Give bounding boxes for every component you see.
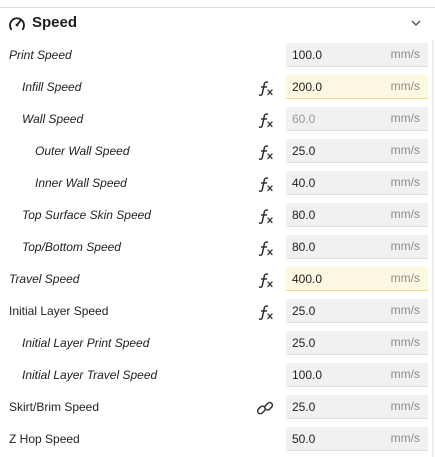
outer-wall-speed-unit: mm/s: [390, 143, 420, 157]
settings-list: Print Speedmm/sInfill Speedmm/sWall Spee…: [0, 39, 435, 455]
top-surface-skin-speed-label: Top Surface Skin Speed: [22, 208, 151, 222]
top-surface-skin-speed-unit: mm/s: [390, 207, 420, 221]
function-icon[interactable]: [256, 239, 274, 257]
setting-row-initial-layer-speed: Initial Layer Speed mm/s: [0, 295, 435, 327]
wall-speed-field[interactable]: mm/s: [286, 107, 428, 131]
print-speed-label: Print Speed: [9, 48, 72, 62]
setting-row-skirt-brim-speed: Skirt/Brim Speed mm/s: [0, 391, 435, 423]
inner-wall-speed-field[interactable]: mm/s: [286, 171, 428, 195]
function-icon[interactable]: [256, 207, 274, 225]
setting-row-outer-wall-speed: Outer Wall Speed mm/s: [0, 135, 435, 167]
initial-layer-print-speed-input[interactable]: [286, 331, 392, 354]
initial-layer-print-speed-unit: mm/s: [390, 335, 420, 349]
initial-layer-travel-speed-unit: mm/s: [390, 367, 420, 381]
initial-layer-speed-input[interactable]: [286, 299, 392, 322]
print-speed-input[interactable]: [286, 43, 392, 66]
top-bottom-speed-label: Top/Bottom Speed: [22, 240, 121, 254]
speed-section-header[interactable]: Speed: [0, 8, 435, 40]
chevron-down-icon[interactable]: [410, 18, 422, 28]
setting-row-top-surface-skin-speed: Top Surface Skin Speed mm/s: [0, 199, 435, 231]
top-bottom-speed-field[interactable]: mm/s: [286, 235, 428, 259]
setting-row-z-hop-speed: Z Hop Speed mm/s: [0, 423, 435, 455]
section-title: Speed: [32, 14, 78, 31]
skirt-brim-speed-label: Skirt/Brim Speed: [9, 400, 100, 414]
inner-wall-speed-label: Inner Wall Speed: [35, 176, 127, 190]
function-icon[interactable]: [256, 111, 274, 129]
infill-speed-field[interactable]: mm/s: [286, 75, 428, 99]
top-surface-skin-speed-field[interactable]: mm/s: [286, 203, 428, 227]
top-bottom-speed-unit: mm/s: [390, 239, 420, 253]
outer-wall-speed-input[interactable]: [286, 139, 392, 162]
initial-layer-print-speed-field[interactable]: mm/s: [286, 331, 428, 355]
initial-layer-travel-speed-label: Initial Layer Travel Speed: [22, 368, 158, 382]
wall-speed-label: Wall Speed: [22, 112, 84, 126]
setting-row-wall-speed: Wall Speed mm/s: [0, 103, 435, 135]
wall-speed-unit: mm/s: [390, 111, 420, 125]
inner-wall-speed-unit: mm/s: [390, 175, 420, 189]
z-hop-speed-input[interactable]: [286, 427, 392, 450]
outer-wall-speed-label: Outer Wall Speed: [35, 144, 130, 158]
function-icon[interactable]: [256, 175, 274, 193]
inner-wall-speed-input[interactable]: [286, 171, 392, 194]
z-hop-speed-label: Z Hop Speed: [9, 432, 80, 446]
print-speed-field[interactable]: mm/s: [286, 43, 428, 67]
setting-row-inner-wall-speed: Inner Wall Speed mm/s: [0, 167, 435, 199]
outer-wall-speed-field[interactable]: mm/s: [286, 139, 428, 163]
skirt-brim-speed-unit: mm/s: [390, 399, 420, 413]
z-hop-speed-unit: mm/s: [390, 431, 420, 445]
function-icon[interactable]: [256, 303, 274, 321]
travel-speed-unit: mm/s: [390, 271, 420, 285]
scrollbar[interactable]: [432, 40, 434, 457]
travel-speed-field[interactable]: mm/s: [286, 267, 428, 291]
travel-speed-input[interactable]: [286, 267, 392, 290]
function-icon[interactable]: [256, 143, 274, 161]
top-bottom-speed-input[interactable]: [286, 235, 392, 258]
setting-row-initial-layer-print-speed: Initial Layer Print Speed mm/s: [0, 327, 435, 359]
function-icon[interactable]: [256, 271, 274, 289]
top-surface-skin-speed-input[interactable]: [286, 203, 392, 226]
infill-speed-unit: mm/s: [390, 79, 420, 93]
speedometer-icon: [9, 17, 25, 31]
setting-row-initial-layer-travel-speed: Initial Layer Travel Speed mm/s: [0, 359, 435, 391]
skirt-brim-speed-field[interactable]: mm/s: [286, 395, 428, 419]
infill-speed-input[interactable]: [286, 75, 392, 98]
link-icon[interactable]: [255, 399, 275, 417]
initial-layer-speed-label: Initial Layer Speed: [9, 304, 109, 318]
initial-layer-travel-speed-input[interactable]: [286, 363, 392, 386]
function-icon[interactable]: [256, 79, 274, 97]
setting-row-infill-speed: Infill Speed mm/s: [0, 71, 435, 103]
wall-speed-input[interactable]: [286, 107, 392, 130]
z-hop-speed-field[interactable]: mm/s: [286, 427, 428, 451]
travel-speed-label: Travel Speed: [9, 272, 80, 286]
setting-row-top-bottom-speed: Top/Bottom Speed mm/s: [0, 231, 435, 263]
initial-layer-print-speed-label: Initial Layer Print Speed: [22, 336, 150, 350]
setting-row-travel-speed: Travel Speed mm/s: [0, 263, 435, 295]
print-speed-unit: mm/s: [390, 47, 420, 61]
initial-layer-speed-unit: mm/s: [390, 303, 420, 317]
setting-row-print-speed: Print Speed mm/s: [0, 39, 435, 71]
initial-layer-travel-speed-field[interactable]: mm/s: [286, 363, 428, 387]
initial-layer-speed-field[interactable]: mm/s: [286, 299, 428, 323]
skirt-brim-speed-input[interactable]: [286, 395, 392, 418]
infill-speed-label: Infill Speed: [22, 80, 82, 94]
